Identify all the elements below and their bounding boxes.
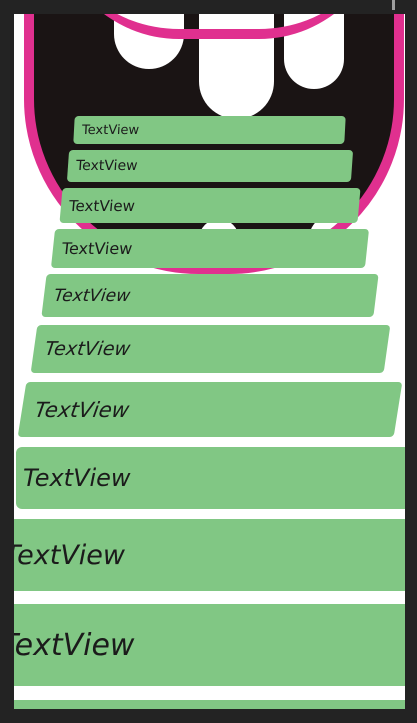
text-view-9[interactable]: TextView: [14, 519, 405, 591]
text-view-3[interactable]: TextView: [59, 188, 361, 223]
text-view-10-label: TextView: [14, 627, 135, 663]
status-bar-indicator: [392, 0, 395, 10]
text-view-7-label: TextView: [33, 397, 132, 422]
text-view-10[interactable]: TextView: [14, 604, 405, 686]
text-view-5[interactable]: TextView: [41, 274, 379, 317]
text-view-9-label: TextView: [14, 539, 125, 571]
app-content: TextView TextView TextView TextView Text…: [14, 14, 405, 709]
text-view-2-label: TextView: [75, 158, 139, 174]
text-view-5-label: TextView: [52, 285, 132, 306]
text-view-3-label: TextView: [68, 196, 136, 215]
text-view-6[interactable]: TextView: [30, 325, 391, 373]
text-view-8-label: TextView: [23, 464, 131, 492]
text-view-8[interactable]: TextView: [16, 447, 405, 509]
text-view-4[interactable]: TextView: [50, 229, 370, 268]
text-view-1[interactable]: TextView: [73, 116, 346, 144]
text-view-4-label: TextView: [61, 239, 134, 258]
text-view-partial[interactable]: [14, 700, 405, 709]
text-view-2[interactable]: TextView: [66, 150, 354, 182]
text-view-7[interactable]: TextView: [17, 382, 403, 437]
text-view-6-label: TextView: [43, 338, 132, 360]
text-view-1-label: TextView: [81, 122, 140, 138]
